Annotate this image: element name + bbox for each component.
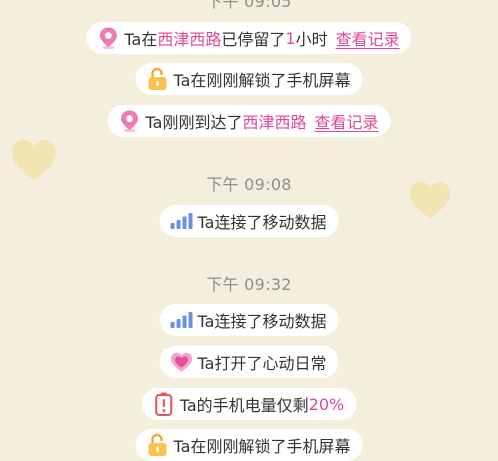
message-text: Ta打开了心动日常 xyxy=(197,354,327,373)
timestamp: 下午 09:32 xyxy=(206,275,292,294)
location-arrive-message: Ta刚刚到达了 西津西路 查看记录 xyxy=(107,105,391,137)
duration-unit: 小时 xyxy=(295,30,328,49)
location-pin-icon xyxy=(96,26,120,50)
message-text: Ta连接了移动数据 xyxy=(197,312,327,331)
app-open-message: Ta打开了心动日常 xyxy=(159,346,339,378)
message-text: Ta连接了移动数据 xyxy=(197,213,327,232)
location-pin-icon xyxy=(118,109,142,133)
unlock-message: Ta在刚刚解锁了手机屏幕 xyxy=(135,429,363,461)
mobile-data-message: Ta连接了移动数据 xyxy=(159,304,339,336)
place-name: 西津西路 xyxy=(157,30,222,49)
duration-number: 1 xyxy=(285,28,296,48)
unlock-icon xyxy=(146,67,170,91)
message-middle: 已停留了 xyxy=(221,30,286,49)
timestamp: 下午 09:05 xyxy=(206,0,292,11)
message-text: Ta在刚刚解锁了手机屏幕 xyxy=(173,437,351,456)
signal-icon xyxy=(170,308,194,332)
timestamp: 下午 09:08 xyxy=(206,175,292,194)
unlock-icon xyxy=(146,433,170,457)
unlock-message: Ta在刚刚解锁了手机屏幕 xyxy=(135,63,363,95)
location-stay-message: Ta在 西津西路 已停留了 1 小时 查看记录 xyxy=(86,22,412,54)
view-record-link[interactable]: 查看记录 xyxy=(314,109,378,133)
signal-icon xyxy=(170,209,194,233)
message-text: Ta在刚刚解锁了手机屏幕 xyxy=(173,71,351,90)
battery-percent: 20% xyxy=(308,394,345,414)
place-name: 西津西路 xyxy=(242,113,307,132)
mobile-data-message: Ta连接了移动数据 xyxy=(159,205,339,237)
message-prefix: Ta的手机电量仅剩 xyxy=(179,396,309,415)
heart-icon xyxy=(170,350,194,374)
battery-message: Ta的手机电量仅剩 20% xyxy=(141,388,357,420)
message-prefix: Ta在 xyxy=(124,30,158,49)
view-record-link[interactable]: 查看记录 xyxy=(336,26,400,50)
battery-low-icon xyxy=(152,392,176,416)
message-prefix: Ta刚刚到达了 xyxy=(145,113,243,132)
